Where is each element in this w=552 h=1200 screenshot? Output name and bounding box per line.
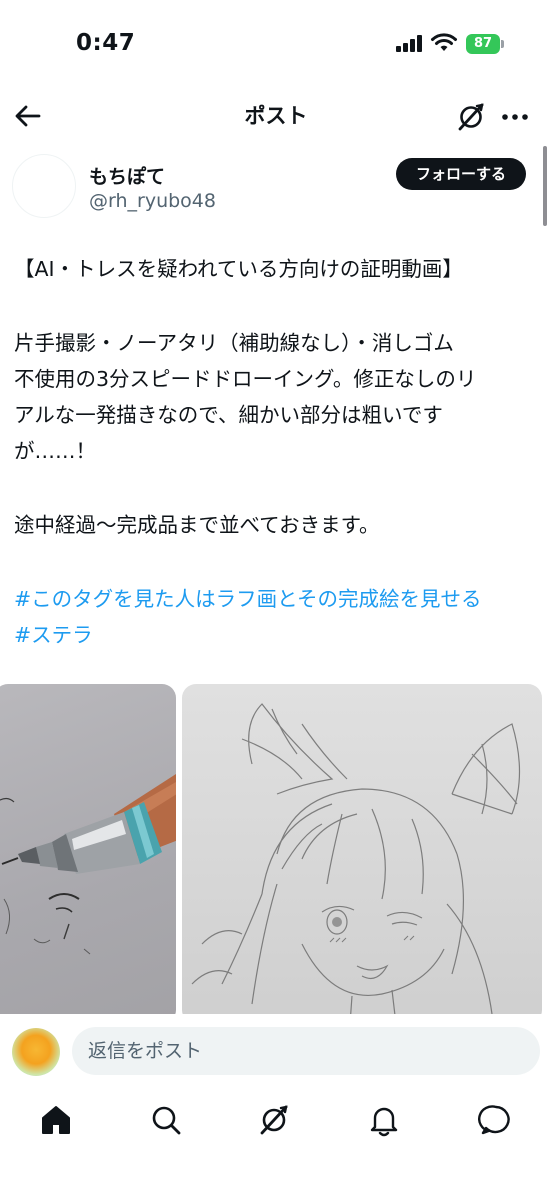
battery-indicator: 87 [466, 34, 500, 54]
status-time: 0:47 [76, 30, 136, 56]
post-text-line: アルな一発描きなので、細かい部分は粗いです [14, 403, 443, 427]
notifications-icon[interactable] [366, 1102, 402, 1138]
post-text-line: 不使用の3分スピードドローイング。修正なしのリ [14, 367, 477, 391]
cellular-signal-icon [396, 34, 422, 52]
grok-nav-icon[interactable] [256, 1102, 292, 1138]
post-image-sketch[interactable] [182, 684, 542, 1024]
hashtag-link[interactable]: #ステラ [14, 620, 544, 650]
scrollbar-thumb[interactable] [543, 146, 547, 226]
grok-icon[interactable] [454, 100, 488, 134]
sketch-graphic [191, 703, 521, 1024]
messages-icon[interactable] [478, 1102, 514, 1138]
pencil-photo-graphic [0, 774, 176, 955]
post-image-pencil[interactable] [0, 684, 176, 1024]
hashtag-link[interactable]: #このタグを見た人はラフ画とその完成絵を見せる [14, 584, 544, 614]
user-avatar[interactable] [12, 1028, 60, 1076]
wifi-icon [431, 33, 457, 51]
author-avatar[interactable] [12, 154, 76, 218]
follow-button[interactable]: フォローする [396, 158, 526, 190]
home-icon[interactable] [38, 1102, 74, 1138]
post-text-line: 片手撮影・ノーアタリ（補助線なし）・消しゴム [14, 331, 454, 355]
post-text-line: 【AI・トレスを疑われている方向けの証明動画】 [14, 257, 463, 281]
post-text-line: が……！ [14, 439, 96, 463]
author-handle[interactable]: @rh_ryubo48 [89, 190, 216, 212]
battery-cap [501, 40, 504, 48]
reply-input[interactable]: 返信をポスト [72, 1027, 540, 1075]
more-icon[interactable] [498, 100, 532, 134]
search-icon[interactable] [148, 1102, 184, 1138]
author-display-name[interactable]: もちぽて [89, 162, 165, 189]
post-text-line: 途中経過〜完成品まで並べておきます。 [14, 513, 380, 537]
